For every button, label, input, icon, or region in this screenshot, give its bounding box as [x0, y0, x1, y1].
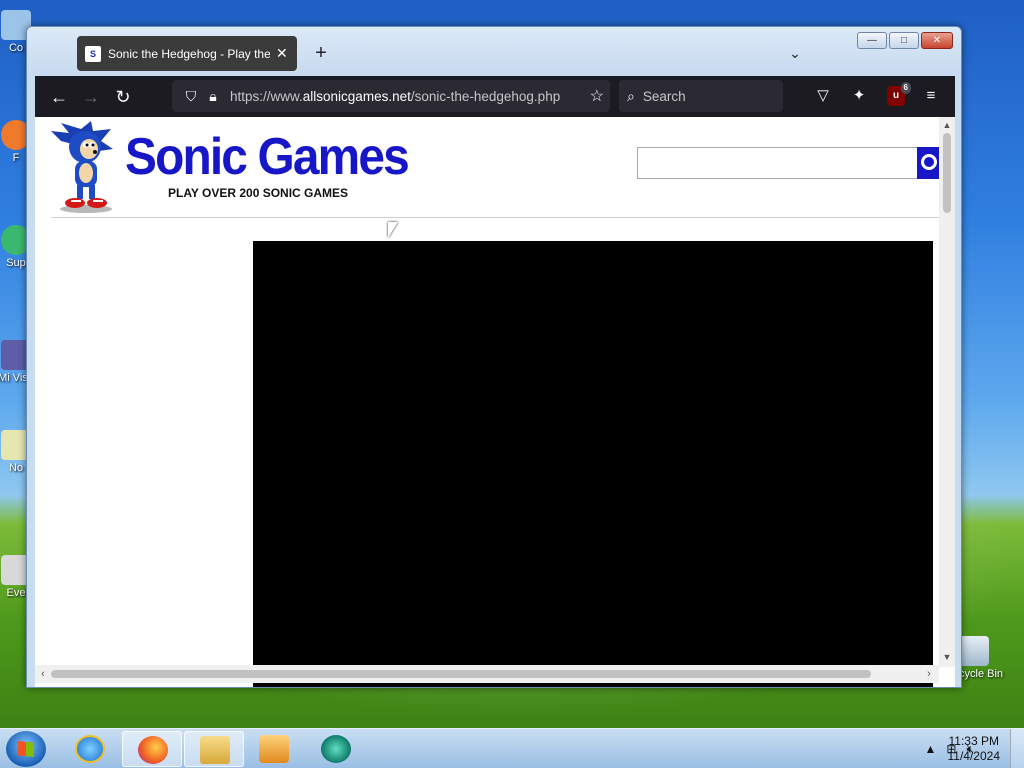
recycle-bin-icon: [959, 636, 989, 666]
tracking-shield-icon[interactable]: ⛉: [180, 88, 202, 105]
back-button[interactable]: ←: [43, 81, 75, 113]
lock-icon[interactable]: 🔒︎: [202, 88, 224, 105]
site-tagline: PLAY OVER 200 SONIC GAMES: [168, 186, 349, 200]
media-player-icon: [259, 735, 289, 763]
windows-logo-icon: [18, 741, 34, 757]
horizontal-scrollbar[interactable]: ‹ ›: [35, 665, 939, 683]
browser-search-input[interactable]: ⌕ Search: [619, 80, 783, 112]
firefox-icon: [138, 736, 168, 764]
url-text[interactable]: https://www.allsonicgames.net/sonic-the-…: [230, 89, 560, 104]
vertical-scroll-thumb[interactable]: [943, 133, 951, 213]
internet-explorer-icon: [75, 735, 105, 763]
header-divider: [51, 217, 941, 218]
browser-window: S Sonic the Hedgehog - Play the ✕ + ⌄ — …: [26, 26, 962, 688]
taskbar-internet-explorer[interactable]: [60, 731, 120, 767]
show-hidden-icons-icon[interactable]: ▲: [924, 742, 936, 756]
forward-button[interactable]: →: [75, 81, 107, 113]
start-button[interactable]: [6, 731, 46, 767]
vertical-scrollbar[interactable]: ▲ ▼: [939, 117, 955, 667]
ublock-badge: 6: [900, 82, 911, 94]
scroll-down-icon[interactable]: ▼: [939, 649, 955, 665]
folder-icon: [200, 736, 230, 764]
url-bar[interactable]: ⛉ 🔒︎ https://www.allsonicgames.net/sonic…: [172, 80, 610, 112]
browser-titlebar: S Sonic the Hedgehog - Play the ✕ + ⌄ — …: [27, 27, 961, 77]
site-search-input[interactable]: [637, 147, 919, 179]
web-content: Sonic Games PLAY OVER 200 SONIC GAMES ▲ …: [35, 117, 955, 687]
reload-button[interactable]: ↻: [107, 81, 139, 113]
taskbar-firefox[interactable]: [122, 731, 182, 767]
clock-date: 11/4/2024: [947, 749, 1001, 763]
new-tab-button[interactable]: +: [309, 41, 333, 65]
taskbar-media-player[interactable]: [244, 731, 304, 767]
scroll-right-icon[interactable]: ›: [921, 665, 937, 683]
site-search-button[interactable]: [917, 147, 941, 179]
show-desktop-button[interactable]: [1010, 729, 1024, 768]
browser-toolbar: ← → ↻ ⛉ 🔒︎ https://www.allsonicgames.net…: [35, 76, 955, 117]
taskbar-clock[interactable]: 11:33 PM 11/4/2024: [948, 734, 1001, 764]
mouse-cursor-icon: [388, 222, 398, 238]
pocket-icon[interactable]: ▽: [807, 80, 839, 112]
taskbar-file-explorer[interactable]: [184, 731, 244, 767]
browser-tab-active[interactable]: S Sonic the Hedgehog - Play the ✕: [77, 36, 297, 71]
sonic-mascot-logo[interactable]: [51, 121, 121, 213]
minimize-button[interactable]: —: [857, 32, 887, 49]
app-globe-icon: [321, 735, 351, 763]
ublock-origin-icon[interactable]: u6: [887, 82, 911, 106]
bookmark-star-icon[interactable]: ☆: [590, 86, 604, 106]
site-title[interactable]: Sonic Games: [125, 127, 410, 187]
taskbar: ▲ ⊞ 🔇︎ 11:33 PM 11/4/2024: [0, 728, 1024, 768]
browser-search-placeholder: Search: [642, 88, 686, 104]
scroll-left-icon[interactable]: ‹: [35, 665, 51, 683]
game-player-frame[interactable]: [253, 241, 933, 687]
search-icon: ⌕: [627, 87, 635, 104]
sonic-favicon-icon: S: [85, 45, 101, 62]
scroll-up-icon[interactable]: ▲: [939, 117, 955, 133]
app-menu-icon[interactable]: ≡: [915, 80, 947, 112]
tab-title: Sonic the Hedgehog - Play the: [108, 46, 270, 61]
close-window-button[interactable]: ✕: [921, 32, 953, 49]
tab-list-chevron-icon[interactable]: ⌄: [783, 41, 807, 65]
taskbar-app-green[interactable]: [306, 731, 366, 767]
clock-time: 11:33 PM: [948, 734, 999, 748]
tab-close-icon[interactable]: ✕: [276, 45, 288, 62]
maximize-button[interactable]: □: [889, 32, 919, 49]
site-search-icon: [921, 154, 937, 170]
window-controls: — □ ✕: [857, 32, 953, 49]
horizontal-scroll-thumb[interactable]: [51, 670, 871, 678]
extensions-icon[interactable]: ✦: [843, 80, 875, 112]
